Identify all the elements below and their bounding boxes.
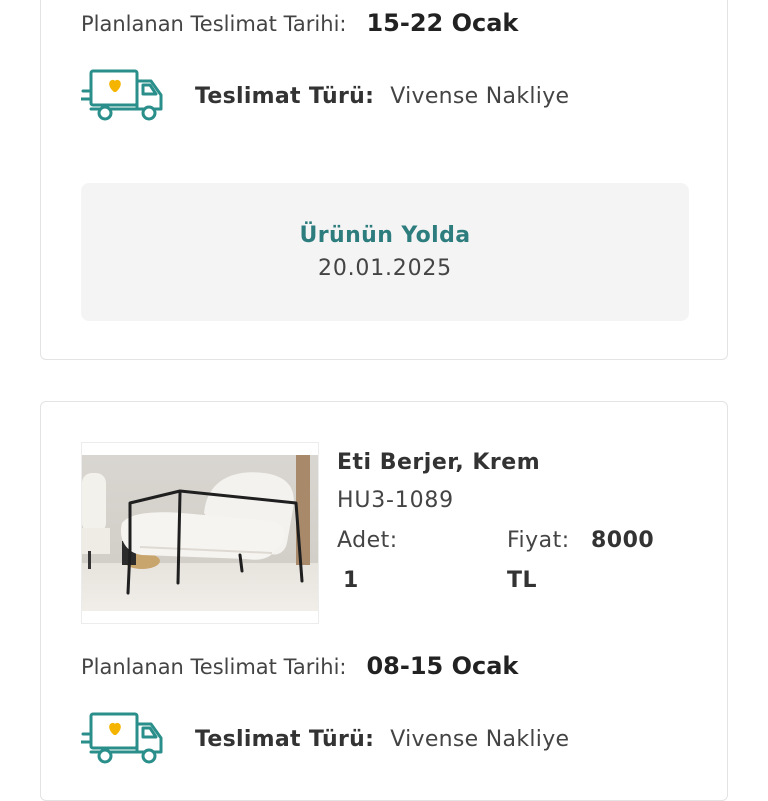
planned-delivery-row: Planlanan Teslimat Tarihi: 08-15 Ocak <box>81 652 518 680</box>
heart-icon <box>109 722 121 735</box>
delivery-type-label: Teslimat Türü: <box>195 726 375 752</box>
delivery-type-row: Teslimat Türü: Vivense Nakliye <box>81 710 569 768</box>
shipment-status-box: Ürünün Yolda 20.01.2025 <box>81 183 689 321</box>
price-label: Fiyat: <box>507 528 570 553</box>
delivery-type-value: Vivense Nakliye <box>390 83 570 109</box>
quantity-value: 1 <box>343 568 359 593</box>
planned-delivery-value: 15-22 Ocak <box>366 9 519 37</box>
shipment-status-title: Ürünün Yolda <box>299 223 471 248</box>
order-item-card: Eti Berjer, Krem HU3-1089 Adet: 1 Fiyat:… <box>40 401 728 801</box>
heart-icon <box>109 79 121 92</box>
delivery-truck-icon <box>81 69 163 121</box>
delivery-type-row: Teslimat Türü: Vivense Nakliye <box>81 67 569 125</box>
delivery-type-label: Teslimat Türü: <box>195 83 375 109</box>
price-value: 8000 <box>591 528 655 553</box>
product-sku: HU3-1089 <box>337 488 454 513</box>
planned-delivery-row: Planlanan Teslimat Tarihi: 15-22 Ocak <box>81 9 518 37</box>
delivery-type-value: Vivense Nakliye <box>390 726 570 752</box>
price-currency: TL <box>507 568 538 593</box>
planned-delivery-label: Planlanan Teslimat Tarihi: <box>81 655 347 679</box>
planned-delivery-label: Planlanan Teslimat Tarihi: <box>81 12 347 36</box>
armchair-product-photo <box>82 455 318 611</box>
product-name[interactable]: Eti Berjer, Krem <box>337 450 540 475</box>
delivery-truck-icon <box>81 712 163 764</box>
product-image[interactable] <box>81 442 319 624</box>
planned-delivery-value: 08-15 Ocak <box>366 652 519 680</box>
quantity-label: Adet: <box>337 528 398 553</box>
shipment-status-date: 20.01.2025 <box>318 256 452 281</box>
order-item-card: Planlanan Teslimat Tarihi: 15-22 Ocak Te… <box>40 0 728 360</box>
